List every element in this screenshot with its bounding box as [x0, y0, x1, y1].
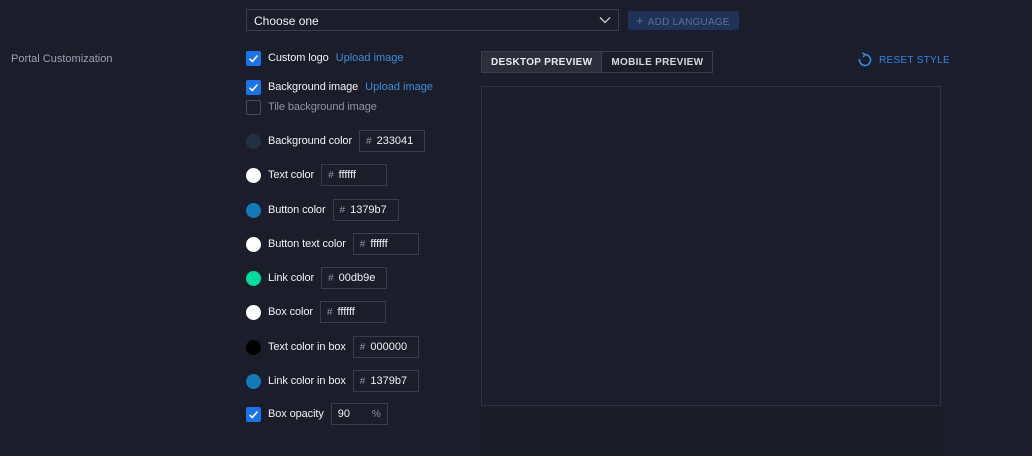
- tab-desktop-preview[interactable]: DESKTOP PREVIEW: [481, 51, 603, 73]
- reset-style-button[interactable]: RESET STYLE: [857, 52, 950, 68]
- hash-symbol: #: [359, 238, 366, 250]
- preview-panel: [481, 86, 941, 406]
- background-color-swatch[interactable]: [246, 133, 261, 149]
- tab-mobile-preview[interactable]: MOBILE PREVIEW: [602, 51, 714, 73]
- add-language-label: ADD LANGUAGE: [647, 17, 730, 28]
- background-image-checkbox[interactable]: [246, 79, 261, 95]
- button-text-color-value: ffffff: [370, 238, 388, 250]
- link-color-input[interactable]: #00db9e: [321, 267, 388, 289]
- custom-logo-row: Custom logo Upload image: [246, 50, 404, 66]
- button-text-color-input[interactable]: # ffffff: [352, 233, 419, 255]
- link-color-in-box-input[interactable]: #1379b7: [352, 370, 419, 392]
- color-row: Link color #00db9e: [246, 267, 388, 289]
- button-text-color-label: Button text color: [268, 238, 346, 250]
- preview-panel-footer: [481, 406, 941, 456]
- language-select[interactable]: Choose one: [246, 9, 619, 31]
- color-row: Link color in box #1379b7: [246, 370, 419, 392]
- tile-background-checkbox[interactable]: [246, 99, 261, 115]
- hash-symbol: #: [328, 169, 334, 181]
- color-row: Box color # ffffff: [246, 301, 386, 323]
- text-color-label: Text color: [268, 169, 315, 181]
- link-color-label: Link color: [268, 272, 315, 284]
- add-language-button[interactable]: + ADD LANGUAGE: [628, 11, 739, 30]
- background-image-row: Background image Upload image: [246, 79, 433, 95]
- text-color-in-box-value: 000000: [370, 341, 408, 353]
- tile-background-row: Tile background image: [246, 99, 377, 115]
- custom-logo-upload-link[interactable]: Upload image: [336, 52, 404, 64]
- color-row: Background color #233041: [246, 130, 426, 152]
- text-color-value: ffffff: [338, 169, 356, 181]
- box-opacity-input[interactable]: 90 %: [330, 403, 388, 425]
- reset-style-label: RESET STYLE: [879, 54, 950, 66]
- chevron-down-icon: [599, 17, 611, 24]
- checkmark-icon: [248, 410, 259, 419]
- text-color-swatch[interactable]: [246, 167, 261, 183]
- background-image-label: Background image: [268, 81, 359, 93]
- link-color-value: 00db9e: [338, 272, 376, 284]
- color-row: Text color in box #000000: [246, 336, 419, 358]
- link-color-swatch[interactable]: [246, 270, 261, 286]
- color-row: Button color #1379b7: [246, 199, 399, 221]
- language-select-value: Choose one: [254, 14, 319, 28]
- box-opacity-label: Box opacity: [268, 408, 324, 420]
- hash-symbol: #: [366, 135, 372, 147]
- hash-symbol: #: [326, 306, 333, 318]
- box-opacity-checkbox[interactable]: [246, 406, 261, 422]
- button-color-value: 1379b7: [350, 204, 387, 216]
- button-color-input[interactable]: #1379b7: [332, 199, 399, 221]
- hash-symbol: #: [328, 272, 334, 284]
- link-color-in-box-label: Link color in box: [268, 375, 346, 387]
- background-color-input[interactable]: #233041: [359, 130, 426, 152]
- custom-logo-checkbox[interactable]: [246, 50, 261, 66]
- hash-symbol: #: [359, 341, 366, 353]
- link-color-in-box-swatch[interactable]: [246, 373, 261, 389]
- button-color-label: Button color: [268, 204, 326, 216]
- background-image-upload-link[interactable]: Upload image: [365, 81, 433, 93]
- box-opacity-value: 90: [337, 408, 351, 420]
- text-color-in-box-label: Text color in box: [268, 341, 346, 353]
- color-row: Text color # ffffff: [246, 164, 388, 186]
- text-color-in-box-input[interactable]: #000000: [352, 336, 419, 358]
- button-text-color-swatch[interactable]: [246, 236, 261, 252]
- box-color-swatch[interactable]: [246, 304, 261, 320]
- checkmark-icon: [248, 54, 259, 63]
- box-opacity-row: Box opacity 90 %: [246, 403, 388, 425]
- checkmark-icon: [248, 83, 259, 92]
- box-color-value: ffffff: [337, 306, 355, 318]
- preview-tabs: DESKTOP PREVIEW MOBILE PREVIEW: [481, 51, 714, 73]
- text-color-in-box-swatch[interactable]: [246, 339, 261, 355]
- link-color-in-box-value: 1379b7: [370, 375, 408, 387]
- hash-symbol: #: [359, 375, 366, 387]
- reset-icon: [858, 52, 872, 67]
- percent-unit: %: [371, 408, 381, 420]
- plus-icon: +: [636, 13, 644, 28]
- tile-background-label: Tile background image: [268, 101, 377, 113]
- hash-symbol: #: [339, 204, 346, 216]
- custom-logo-label: Custom logo: [268, 52, 329, 64]
- background-color-label: Background color: [268, 135, 353, 147]
- box-color-label: Box color: [268, 306, 313, 318]
- box-color-input[interactable]: # ffffff: [319, 301, 386, 323]
- background-color-value: 233041: [376, 135, 414, 147]
- button-color-swatch[interactable]: [246, 202, 261, 218]
- text-color-input[interactable]: # ffffff: [321, 164, 388, 186]
- color-row: Button text color # ffffff: [246, 233, 419, 255]
- section-label: Portal Customization: [11, 53, 113, 65]
